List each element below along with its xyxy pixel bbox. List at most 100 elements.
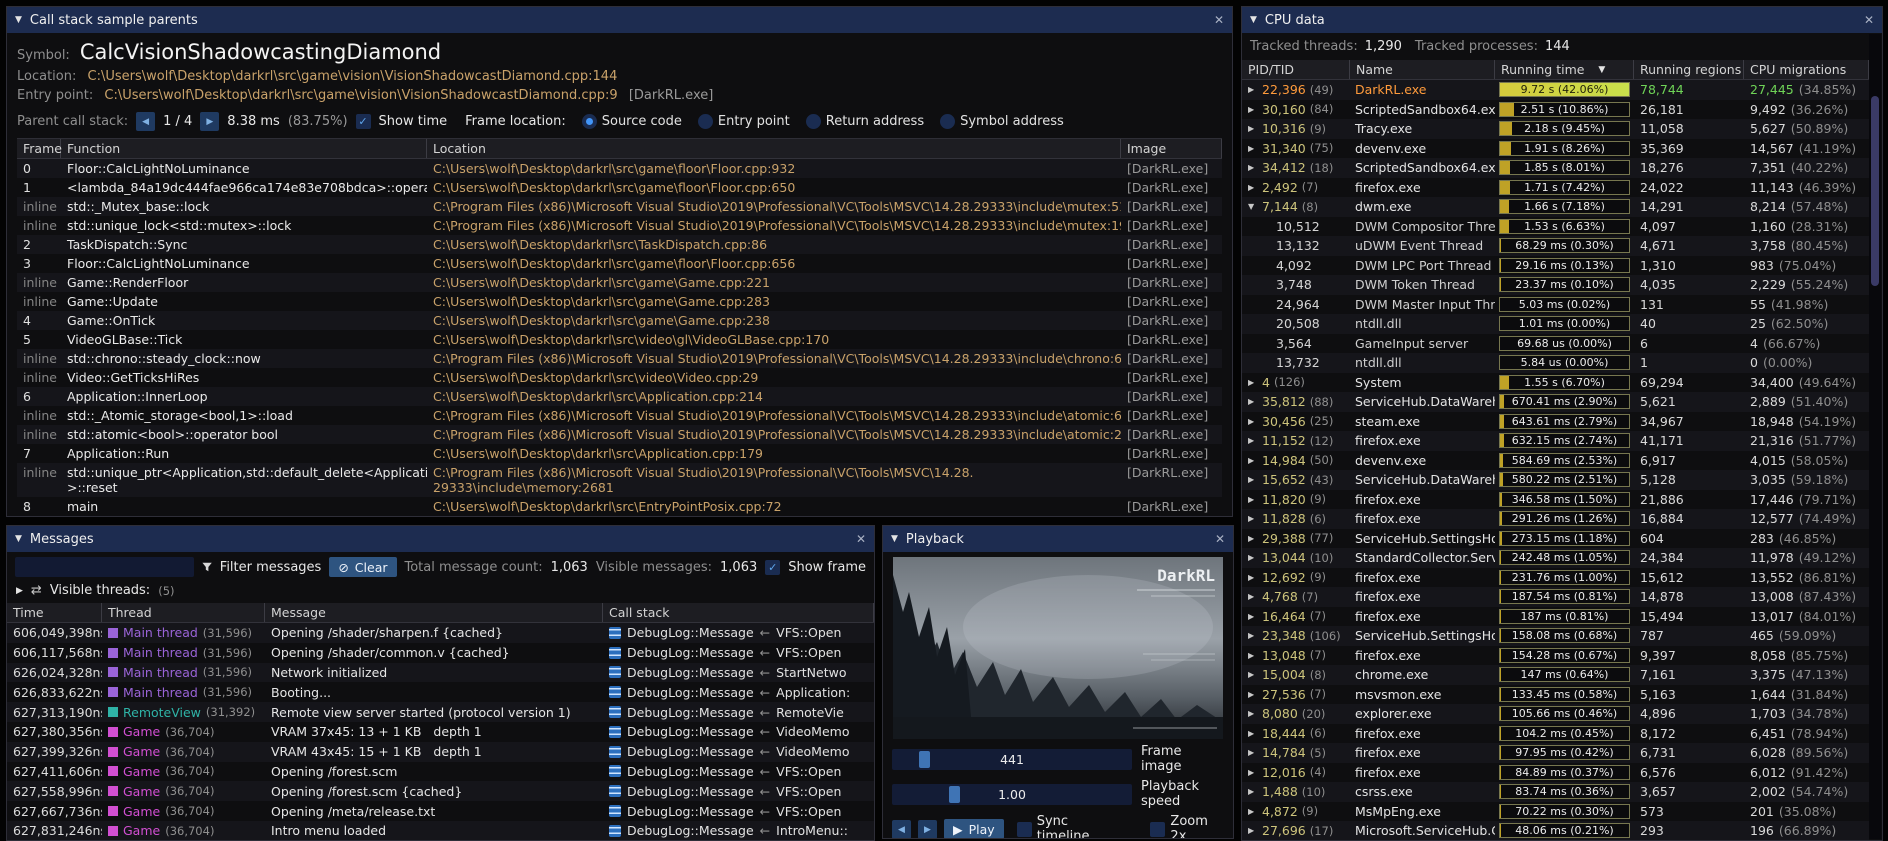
cpu-row[interactable]: ▶ 2,492 (7) firefox.exe 1.71 s (7.42%) 2… xyxy=(1242,178,1869,198)
callstack-row[interactable]: 0 Floor::CalcLightNoLuminance C:\Users\w… xyxy=(17,159,1222,178)
function-name[interactable]: std::_Mutex_base::lock xyxy=(61,197,427,216)
function-name[interactable]: VideoGLBase::Tick xyxy=(61,330,427,349)
next-parent-button[interactable]: ▶ xyxy=(200,112,219,131)
expand-icon[interactable]: ▶ xyxy=(1248,397,1258,406)
cpu-row[interactable]: 20,508 ntdll.dll 1.01 ms (0.00%) 40 25 (… xyxy=(1242,314,1869,334)
column-header-name[interactable]: Name xyxy=(1350,60,1495,79)
cpu-row[interactable]: ▼ 7,144 (8) dwm.exe 1.66 s (7.18%) 14,29… xyxy=(1242,197,1869,217)
callstack-row[interactable]: inline std::_Mutex_base::lock C:\Program… xyxy=(17,197,1222,216)
callstack-origin[interactable]: DebugLog::Message xyxy=(627,685,754,700)
expand-icon[interactable]: ▶ xyxy=(1248,612,1258,621)
frame-location-radio[interactable]: Return address xyxy=(806,114,924,129)
callstack-row[interactable]: 8 main C:\Users\wolf\Desktop\darkrl\src\… xyxy=(17,497,1222,516)
playback-speed-slider[interactable]: 1.00 xyxy=(892,784,1132,805)
cpu-row[interactable]: ▶ 4,768 (7) firefox.exe 187.54 ms (0.81%… xyxy=(1242,587,1869,607)
collapse-icon[interactable]: ▼ xyxy=(891,534,898,544)
cpu-row[interactable]: ▶ 12,016 (4) firefox.exe 84.89 ms (0.37%… xyxy=(1242,763,1869,783)
cpu-row[interactable]: ▶ 11,820 (9) firefox.exe 346.58 ms (1.50… xyxy=(1242,490,1869,510)
cpu-row[interactable]: 3,564 GameInput server 69.68 us (0.00%) … xyxy=(1242,334,1869,354)
column-header-callstack[interactable]: Call stack xyxy=(603,603,874,622)
cpu-row[interactable]: ▶ 18,444 (6) firefox.exe 104.2 ms (0.45%… xyxy=(1242,724,1869,744)
cpu-row[interactable]: 10,512 DWM Compositor Threa 1.53 s (6.63… xyxy=(1242,217,1869,237)
frame-location-radio[interactable]: Entry point xyxy=(698,114,790,129)
function-name[interactable]: Game::RenderFloor xyxy=(61,273,427,292)
message-row[interactable]: 627,313,190ns RemoteView (31,392) Remote… xyxy=(7,702,874,722)
frame-location-radio[interactable]: Source code xyxy=(582,114,682,129)
message-callstack[interactable]: DebugLog::Message ← VFS::Open xyxy=(603,764,874,779)
cpu-row[interactable]: ▶ 31,340 (75) devenv.exe 1.91 s (8.26%) … xyxy=(1242,139,1869,159)
cpu-row[interactable]: ▶ 27,696 (17) Microsoft.ServiceHub.Co 48… xyxy=(1242,821,1869,840)
cpu-titlebar[interactable]: ▼ CPU data ✕ xyxy=(1242,7,1882,33)
expand-icon[interactable]: ▶ xyxy=(16,586,23,596)
source-location[interactable]: C:\Users\wolf\Desktop\darkrl\src\video\V… xyxy=(427,368,1121,387)
callstack-caller[interactable]: RemoteVie xyxy=(776,705,844,720)
function-name[interactable]: TaskDispatch::Sync xyxy=(61,235,427,254)
callstack-row[interactable]: 5 VideoGLBase::Tick C:\Users\wolf\Deskto… xyxy=(17,330,1222,349)
column-header-running-time[interactable]: Running time ▼ xyxy=(1495,60,1634,79)
message-callstack[interactable]: DebugLog::Message ← StartNetwo xyxy=(603,665,874,680)
expand-icon[interactable]: ▶ xyxy=(1248,592,1258,601)
filter-input[interactable] xyxy=(15,557,194,577)
show-time-checkbox[interactable]: ✓ xyxy=(356,114,371,129)
expand-icon[interactable]: ▶ xyxy=(1248,105,1258,114)
cpu-row[interactable]: ▶ 22,396 (49) DarkRL.exe 9.72 s (42.06%)… xyxy=(1242,80,1869,100)
column-header-frame[interactable]: Frame xyxy=(17,139,61,158)
expand-icon[interactable]: ▶ xyxy=(1248,651,1258,660)
function-name[interactable]: Application::InnerLoop xyxy=(61,387,427,406)
callstack-titlebar[interactable]: ▼ Call stack sample parents ✕ xyxy=(7,7,1232,33)
cpu-row[interactable]: ▶ 1,488 (10) csrss.exe 83.74 ms (0.36%) … xyxy=(1242,782,1869,802)
cpu-row[interactable]: ▶ 10,316 (9) Tracy.exe 2.18 s (9.45%) 11… xyxy=(1242,119,1869,139)
radio-icon[interactable] xyxy=(940,114,955,129)
clear-button[interactable]: ⊘ Clear xyxy=(329,557,396,577)
expand-icon[interactable]: ▶ xyxy=(1248,378,1258,387)
column-header-image[interactable]: Image xyxy=(1121,139,1222,158)
column-header-location[interactable]: Location xyxy=(427,139,1121,158)
column-header-message[interactable]: Message xyxy=(265,603,603,622)
expand-icon[interactable]: ▶ xyxy=(1248,514,1258,523)
callstack-origin[interactable]: DebugLog::Message xyxy=(627,625,754,640)
callstack-row[interactable]: 1 <lambda_84a19dc444fae966ca174e83e708bd… xyxy=(17,178,1222,197)
expand-icon[interactable]: ▶ xyxy=(1248,456,1258,465)
messages-titlebar[interactable]: ▼ Messages ✕ xyxy=(7,526,874,552)
message-row[interactable]: 606,049,398ns Main thread (31,596) Openi… xyxy=(7,623,874,643)
source-location[interactable]: C:\Program Files (x86)\Microsoft Visual … xyxy=(427,406,1121,425)
callstack-origin[interactable]: DebugLog::Message xyxy=(627,744,754,759)
callstack-row[interactable]: 7 Application::Run C:\Users\wolf\Desktop… xyxy=(17,444,1222,463)
source-location[interactable]: C:\Users\wolf\Desktop\darkrl\src\EntryPo… xyxy=(427,497,1121,516)
message-callstack[interactable]: DebugLog::Message ← VFS::Open xyxy=(603,645,874,660)
cpu-row[interactable]: ▶ 15,652 (43) ServiceHub.DataWareho 580.… xyxy=(1242,470,1869,490)
message-callstack[interactable]: DebugLog::Message ← Application: xyxy=(603,685,874,700)
message-row[interactable]: 606,117,568ns Main thread (31,596) Openi… xyxy=(7,643,874,663)
prev-parent-button[interactable]: ◀ xyxy=(136,112,155,131)
message-row[interactable]: 627,558,996ns Game (36,704) Opening /for… xyxy=(7,781,874,801)
cpu-row[interactable]: ▶ 14,984 (50) devenv.exe 584.69 ms (2.53… xyxy=(1242,451,1869,471)
cpu-row[interactable]: ▶ 13,048 (7) firefox.exe 154.28 ms (0.67… xyxy=(1242,646,1869,666)
source-location[interactable]: C:\Users\wolf\Desktop\darkrl\src\game\fl… xyxy=(427,178,1121,197)
expand-icon[interactable]: ▶ xyxy=(1248,826,1258,835)
expand-icon[interactable]: ▶ xyxy=(1248,163,1258,172)
source-location[interactable]: C:\Users\wolf\Desktop\darkrl\src\video\g… xyxy=(427,330,1121,349)
source-location[interactable]: C:\Program Files (x86)\Microsoft Visual … xyxy=(427,463,1121,497)
show-frame-checkbox[interactable]: ✓ xyxy=(765,560,780,575)
close-icon[interactable]: ✕ xyxy=(1214,13,1224,27)
cpu-row[interactable]: 13,732 ntdll.dll 5.84 us (0.00%) 1 0 (0.… xyxy=(1242,353,1869,373)
callstack-row[interactable]: inline std::unique_ptr<Application,std::… xyxy=(17,463,1222,497)
cpu-row[interactable]: ▶ 29,388 (77) ServiceHub.SettingsHost 27… xyxy=(1242,529,1869,549)
cpu-row[interactable]: ▶ 23,348 (106) ServiceHub.SettingsHost 1… xyxy=(1242,626,1869,646)
callstack-row[interactable]: inline std::unique_lock<std::mutex>::loc… xyxy=(17,216,1222,235)
source-location[interactable]: C:\Users\wolf\Desktop\darkrl\src\Applica… xyxy=(427,387,1121,406)
cpu-row[interactable]: ▶ 30,456 (25) steam.exe 643.61 ms (2.79%… xyxy=(1242,412,1869,432)
cpu-row[interactable]: ▶ 12,692 (9) firefox.exe 231.76 ms (1.00… xyxy=(1242,568,1869,588)
message-callstack[interactable]: DebugLog::Message ← RemoteVie xyxy=(603,705,874,720)
expand-icon[interactable]: ▶ xyxy=(1248,495,1258,504)
callstack-row[interactable]: 4 Game::OnTick C:\Users\wolf\Desktop\dar… xyxy=(17,311,1222,330)
playback-titlebar[interactable]: ▼ Playback ✕ xyxy=(883,526,1233,552)
message-callstack[interactable]: DebugLog::Message ← VFS::Open xyxy=(603,625,874,640)
function-name[interactable]: std::unique_ptr<Application,std::default… xyxy=(61,463,427,497)
callstack-caller[interactable]: VFS::Open xyxy=(776,764,841,779)
function-name[interactable]: Application::Run xyxy=(61,444,427,463)
radio-icon[interactable] xyxy=(582,114,597,129)
cpu-row[interactable]: ▶ 16,464 (7) firefox.exe 187 ms (0.81%) … xyxy=(1242,607,1869,627)
expand-icon[interactable]: ▶ xyxy=(1248,787,1258,796)
callstack-caller[interactable]: VFS::Open xyxy=(776,645,841,660)
